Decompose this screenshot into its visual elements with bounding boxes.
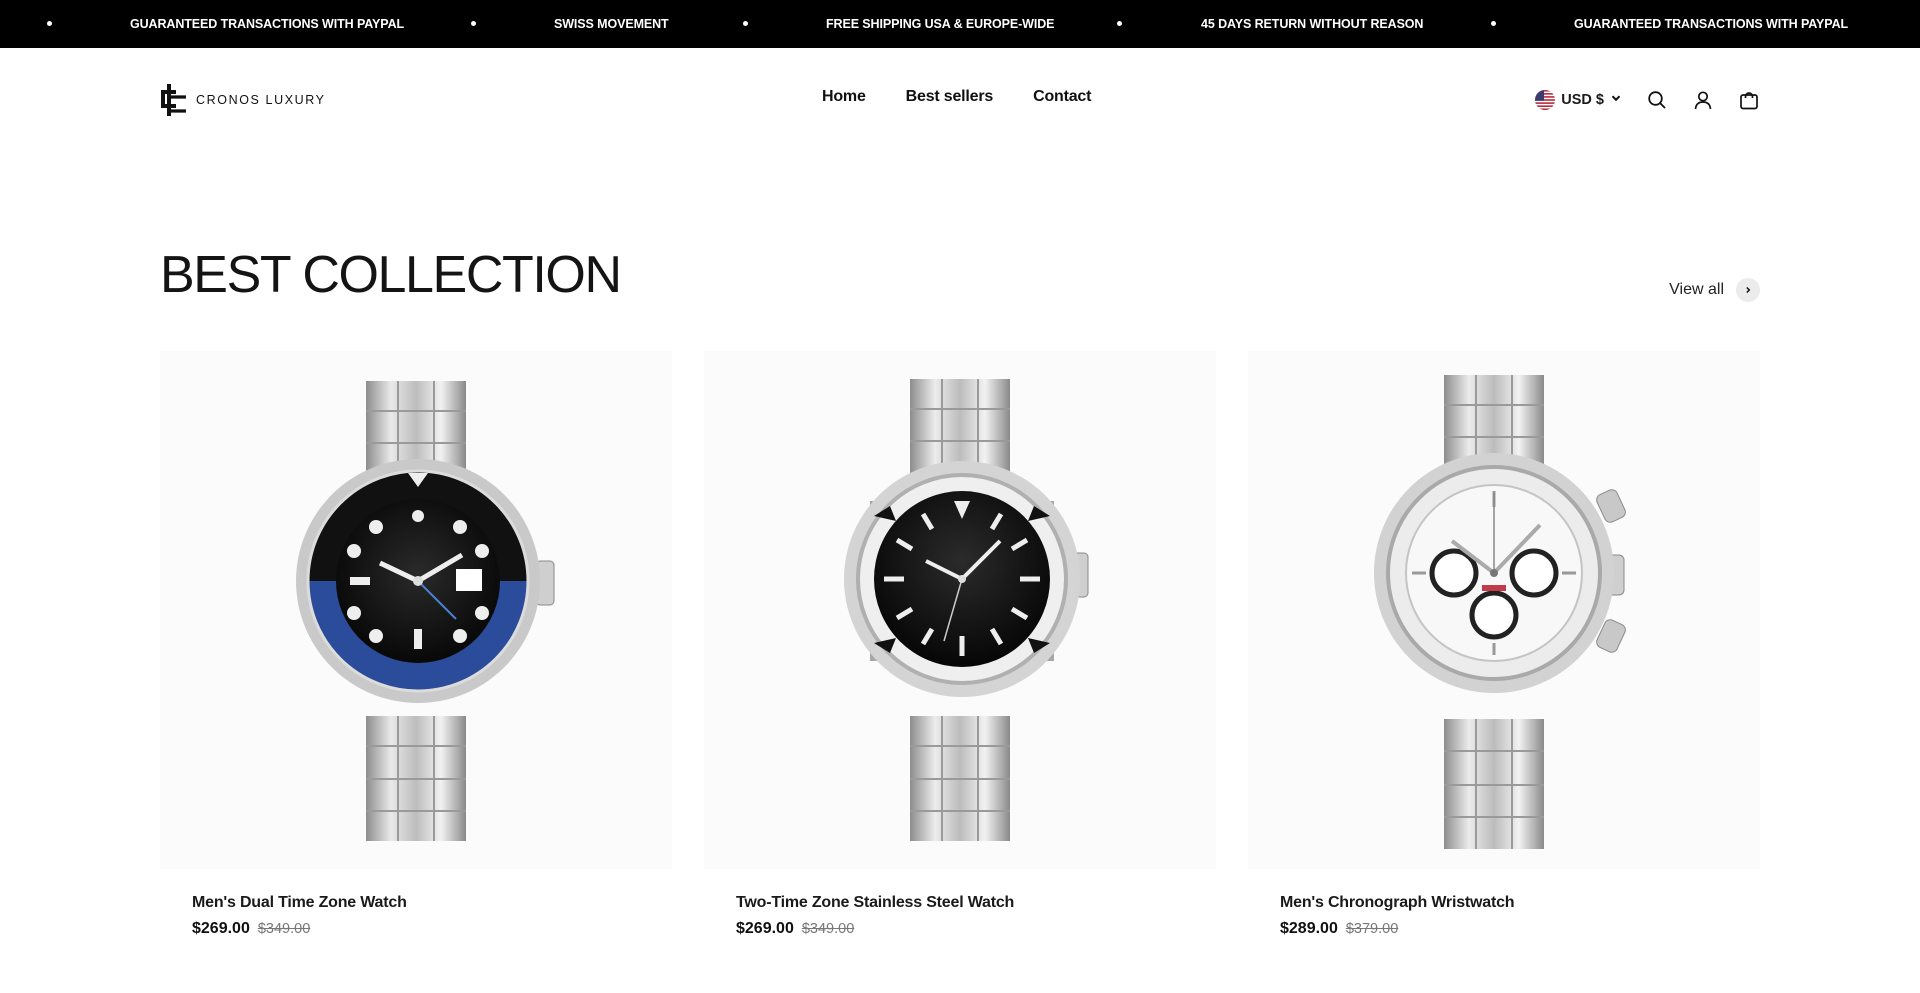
announcement-track: GUARANTEED TRANSACTIONS WITH PAYPAL SWIS… <box>0 0 1920 48</box>
product-card[interactable]: Men's Chronograph Wristwatch $289.00 $37… <box>1248 351 1760 937</box>
logo-text: CRONOS LUXURY <box>196 93 326 107</box>
sale-price: $269.00 <box>192 920 250 937</box>
separator-dot <box>47 21 52 26</box>
logo[interactable]: CRONOS LUXURY <box>160 84 326 116</box>
announcement-message: GUARANTEED TRANSACTIONS WITH PAYPAL <box>1574 17 1849 31</box>
product-name[interactable]: Two-Time Zone Stainless Steel Watch <box>736 894 1014 912</box>
view-all-label: View all <box>1669 281 1724 298</box>
compare-price: $349.00 <box>801 921 855 937</box>
announcement-message: GUARANTEED TRANSACTIONS WITH PAYPAL <box>130 17 405 31</box>
cart-icon[interactable] <box>1738 89 1760 111</box>
product-name[interactable]: Men's Dual Time Zone Watch <box>192 894 407 912</box>
search-icon[interactable] <box>1646 89 1668 111</box>
logo-mark-icon <box>160 84 188 116</box>
separator-dot <box>471 21 476 26</box>
product-image[interactable] <box>704 351 1216 869</box>
product-card[interactable]: Men's Dual Time Zone Watch $269.00 $349.… <box>160 351 672 937</box>
site-header: CRONOS LUXURY Home Best sellers Contact <box>0 48 1920 153</box>
header-tools: USD $ <box>1535 88 1760 112</box>
announcement-message: 45 DAYS RETURN WITHOUT REASON <box>1201 17 1424 31</box>
nav-best-sellers-link[interactable]: Best sellers <box>906 88 994 106</box>
nav-home-link[interactable]: Home <box>822 88 866 106</box>
product-name[interactable]: Men's Chronograph Wristwatch <box>1280 894 1515 912</box>
separator-dot <box>743 21 748 26</box>
us-flag-icon <box>1535 90 1556 110</box>
announcement-message: SWISS MOVEMENT <box>554 17 669 31</box>
currency-label: USD $ <box>1561 92 1604 108</box>
product-card[interactable]: Two-Time Zone Stainless Steel Watch $269… <box>704 351 1216 937</box>
separator-dot <box>1491 21 1496 26</box>
section-title: BEST COLLECTION <box>160 246 622 304</box>
sale-price: $289.00 <box>1280 920 1338 937</box>
chevron-right-icon <box>1736 278 1760 302</box>
compare-price: $379.00 <box>1345 921 1399 937</box>
compare-price: $349.00 <box>257 921 311 937</box>
nav-contact-link[interactable]: Contact <box>1033 88 1091 106</box>
product-prices: $269.00 $349.00 <box>736 920 854 938</box>
announcement-bar: GUARANTEED TRANSACTIONS WITH PAYPAL SWIS… <box>0 0 1920 48</box>
product-prices: $269.00 $349.00 <box>192 920 310 938</box>
sale-price: $269.00 <box>736 920 794 937</box>
currency-selector[interactable]: USD $ <box>1535 90 1622 110</box>
separator-dot <box>1117 21 1122 26</box>
product-prices: $289.00 $379.00 <box>1280 920 1398 938</box>
product-grid: Men's Dual Time Zone Watch $269.00 $349.… <box>160 351 1760 951</box>
view-all-link[interactable]: View all <box>1669 278 1760 302</box>
product-image[interactable] <box>160 351 672 869</box>
chevron-down-icon <box>1610 92 1622 108</box>
product-image[interactable] <box>1248 351 1760 869</box>
account-icon[interactable] <box>1692 89 1714 111</box>
main-nav: Home Best sellers Contact <box>822 88 1091 106</box>
announcement-message: FREE SHIPPING USA & EUROPE-WIDE <box>826 17 1055 31</box>
